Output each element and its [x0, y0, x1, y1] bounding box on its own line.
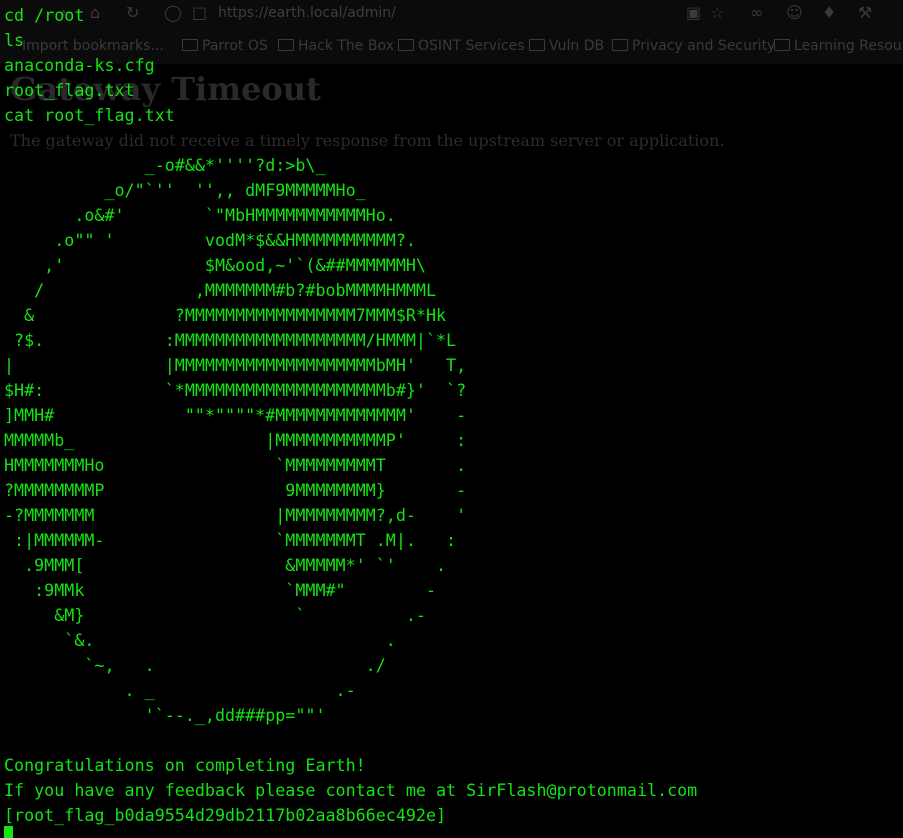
root-flag: [root_flag_b0da9554d29db2117b02aa8b66ec4…	[4, 805, 447, 825]
ascii-art-line: .o"" ' vodM*$&&HMMMMMMMMMM?.	[4, 230, 416, 250]
ascii-art-line: .9MMM[ &MMMMM*' `' .	[4, 555, 447, 575]
ascii-art-line: ?MMMMMMMMP 9MMMMMMMM} -	[4, 480, 467, 500]
terminal-line: anaconda-ks.cfg	[4, 55, 155, 75]
ascii-art-line: :9MMk `MMM#" -	[4, 580, 437, 600]
ascii-art-line: & ?MMMMMMMMMMMMMMMMM7MMM$R*Hk	[4, 305, 447, 325]
ascii-art-line: '`--._,dd###pp=""'	[4, 705, 326, 725]
terminal-line: root_flag.txt	[4, 80, 135, 100]
ascii-art-line: ?$. :MMMMMMMMMMMMMMMMMMM/HMMM|`*L	[4, 330, 457, 350]
ascii-art-line: `~, . ./	[4, 655, 386, 675]
ascii-art-line: ]MMH# ""*""""*#MMMMMMMMMMMMM' -	[4, 405, 467, 425]
terminal-line: cat root_flag.txt	[4, 105, 175, 125]
screen: ← ⌂ ↻ ◯ □ https://earth.local/admin/ ▣ ☆…	[0, 0, 903, 838]
ascii-art-line: `&. .	[4, 630, 396, 650]
ascii-art-line: HMMMMMMMHo `MMMMMMMMMT .	[4, 455, 467, 475]
congratulations-message: Congratulations on completing Earth!	[4, 755, 366, 775]
ascii-art-line: / ,MMMMMMM#b?#bobMMMMHMMML	[4, 280, 437, 300]
ascii-art-line: _-o#&&*''''?d:>b\_	[4, 155, 326, 175]
ascii-art-line: MMMMMb_ |MMMMMMMMMMMP' :	[4, 430, 467, 450]
ascii-art-line: ,' $M&ood,~'`(&##MMMMMMH\	[4, 255, 426, 275]
terminal-cursor	[4, 826, 13, 838]
terminal-output[interactable]: cd /root ls anaconda-ks.cfg root_flag.tx…	[4, 3, 903, 828]
ascii-art-line: :|MMMMMM- `MMMMMMMT .M|. :	[4, 530, 457, 550]
ascii-art-line: &M} ` .-	[4, 605, 426, 625]
ascii-art-line: _o/"`'' '',, dMF9MMMMMHo_	[4, 180, 366, 200]
terminal-line: ls	[4, 30, 25, 50]
ascii-art-line: . _ .-	[4, 680, 356, 700]
ascii-art-line: -?MMMMMMM |MMMMMMMMM?,d- '	[4, 505, 467, 525]
ascii-art-line: $H#: `*MMMMMMMMMMMMMMMMMMMMb#}' `?	[4, 380, 467, 400]
feedback-message: If you have any feedback please contact …	[4, 780, 698, 800]
ascii-art-line: | |MMMMMMMMMMMMMMMMMMMMbMH' T,	[4, 355, 467, 375]
ascii-art-line: .o&#' `"MbHMMMMMMMMMMMHo.	[4, 205, 396, 225]
terminal-line: cd /root	[4, 5, 85, 25]
